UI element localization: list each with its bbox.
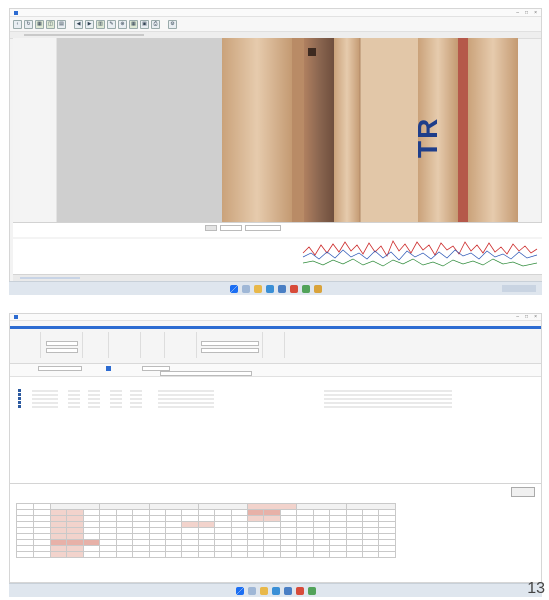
results-header-bar bbox=[10, 377, 541, 386]
close-icon[interactable]: × bbox=[534, 10, 537, 16]
start-icon[interactable] bbox=[235, 586, 244, 595]
trace-area bbox=[13, 222, 542, 274]
ribbon-group-3[interactable] bbox=[84, 332, 109, 358]
analysis-close-icon[interactable]: × bbox=[534, 314, 537, 320]
wood-plank-4 bbox=[360, 38, 418, 222]
pipe-image bbox=[222, 38, 518, 222]
video-frame: TR bbox=[222, 38, 518, 222]
summary-table bbox=[16, 503, 397, 558]
analysis-window: – □ × bbox=[9, 313, 542, 583]
pipe-marking-text: TR bbox=[412, 116, 443, 158]
ribbon-field-1[interactable] bbox=[201, 341, 259, 346]
save-icon[interactable]: ▤ bbox=[57, 19, 66, 29]
status-progress bbox=[20, 277, 80, 279]
filter-field[interactable] bbox=[160, 371, 252, 376]
wood-plank-2 bbox=[292, 38, 304, 222]
ribbon-field-2[interactable] bbox=[201, 348, 259, 353]
zoom-icon[interactable]: ⊕ bbox=[118, 19, 127, 29]
page-number: 13 bbox=[527, 580, 545, 597]
ribbon-group-4[interactable] bbox=[110, 332, 141, 358]
pipe-shadow bbox=[308, 48, 316, 56]
arrow-left-icon[interactable]: ◀ bbox=[74, 19, 83, 29]
ribbon-group-1[interactable] bbox=[14, 332, 41, 358]
video-left-panel bbox=[13, 38, 57, 226]
settings-taskbar-icon[interactable] bbox=[313, 284, 322, 293]
trace-green bbox=[302, 258, 538, 267]
explorer-icon[interactable] bbox=[259, 586, 268, 595]
app-icon bbox=[14, 10, 18, 15]
settings-taskbar-icon[interactable] bbox=[307, 586, 316, 595]
top-status-bar bbox=[13, 274, 542, 281]
side-button[interactable] bbox=[511, 487, 535, 497]
signal-chart bbox=[13, 237, 542, 267]
video-viewer-background bbox=[57, 38, 222, 222]
analysis-window-titlebar: – □ × bbox=[10, 314, 541, 321]
store-icon[interactable] bbox=[301, 284, 310, 293]
ribbon-dropdown-1[interactable] bbox=[46, 341, 78, 346]
ribbon-group-2[interactable] bbox=[42, 332, 83, 358]
bottom-taskbar bbox=[9, 583, 542, 597]
trace-red bbox=[302, 240, 538, 257]
capture-icon[interactable]: ◫ bbox=[46, 19, 55, 29]
table-row bbox=[16, 551, 396, 558]
print-icon[interactable]: ⎙ bbox=[151, 19, 160, 29]
ribbon-group-8[interactable] bbox=[264, 332, 285, 358]
window-controls[interactable]: – □ × bbox=[516, 10, 541, 16]
filter-bar bbox=[10, 364, 541, 377]
trace-blue bbox=[302, 249, 538, 261]
grid-icon[interactable]: ▦ bbox=[35, 19, 44, 29]
analysis-maximize-icon[interactable]: □ bbox=[525, 314, 528, 320]
explorer-icon[interactable] bbox=[253, 284, 262, 293]
wood-plank-3 bbox=[334, 38, 360, 222]
mail-icon[interactable] bbox=[283, 586, 292, 595]
browser-icon[interactable] bbox=[271, 586, 280, 595]
analysis-window-controls[interactable]: – □ × bbox=[516, 314, 541, 320]
app-taskbar-icon[interactable] bbox=[289, 284, 298, 293]
inspection-toolbar: ‹ ↻ ▦ ◫ ▤ ◀ ▶ ▥ ✎ ⊕ ▦ ▣ ⎙ ⚙ bbox=[10, 17, 541, 32]
arrow-right-icon[interactable]: ▶ bbox=[85, 19, 94, 29]
browser-icon[interactable] bbox=[265, 284, 274, 293]
ribbon-group-7[interactable] bbox=[198, 332, 263, 358]
search-icon[interactable] bbox=[247, 586, 256, 595]
chart-icon[interactable]: ▥ bbox=[96, 19, 105, 29]
wood-plank-1 bbox=[222, 38, 292, 222]
ribbon-dropdown-2[interactable] bbox=[46, 348, 78, 353]
settings-icon[interactable]: ⚙ bbox=[168, 19, 177, 29]
channel-slider[interactable] bbox=[24, 34, 144, 36]
file-list-lines bbox=[32, 390, 452, 408]
refresh-icon[interactable]: ↻ bbox=[24, 19, 33, 29]
top-taskbar bbox=[9, 281, 542, 295]
analysis-minimize-icon[interactable]: – bbox=[516, 314, 519, 320]
back-icon[interactable]: ‹ bbox=[13, 19, 22, 29]
filter-checkbox[interactable] bbox=[106, 366, 111, 371]
maximize-icon[interactable]: □ bbox=[525, 10, 528, 16]
file-list bbox=[10, 386, 541, 483]
dark-pipe bbox=[304, 38, 334, 222]
analysis-app-icon bbox=[14, 315, 18, 319]
summary-subtitle bbox=[16, 491, 535, 495]
inspection-window-titlebar: – □ × bbox=[10, 9, 541, 17]
red-strip bbox=[458, 38, 468, 222]
search-icon[interactable] bbox=[241, 284, 250, 293]
tray-area bbox=[502, 285, 536, 292]
ribbon bbox=[10, 329, 541, 364]
ribbon-group-5[interactable] bbox=[142, 332, 165, 358]
filter-input[interactable] bbox=[38, 366, 82, 371]
app-taskbar-icon[interactable] bbox=[295, 586, 304, 595]
report-icon[interactable]: ▣ bbox=[140, 19, 149, 29]
ribbon-group-6[interactable] bbox=[166, 332, 197, 358]
table-icon[interactable]: ▦ bbox=[129, 19, 138, 29]
start-icon[interactable] bbox=[229, 284, 238, 293]
minimize-icon[interactable]: – bbox=[516, 10, 519, 16]
measure-icon[interactable]: ✎ bbox=[107, 19, 116, 29]
wood-plank-6 bbox=[468, 38, 518, 222]
mail-icon[interactable] bbox=[277, 284, 286, 293]
summary-section bbox=[10, 483, 541, 575]
